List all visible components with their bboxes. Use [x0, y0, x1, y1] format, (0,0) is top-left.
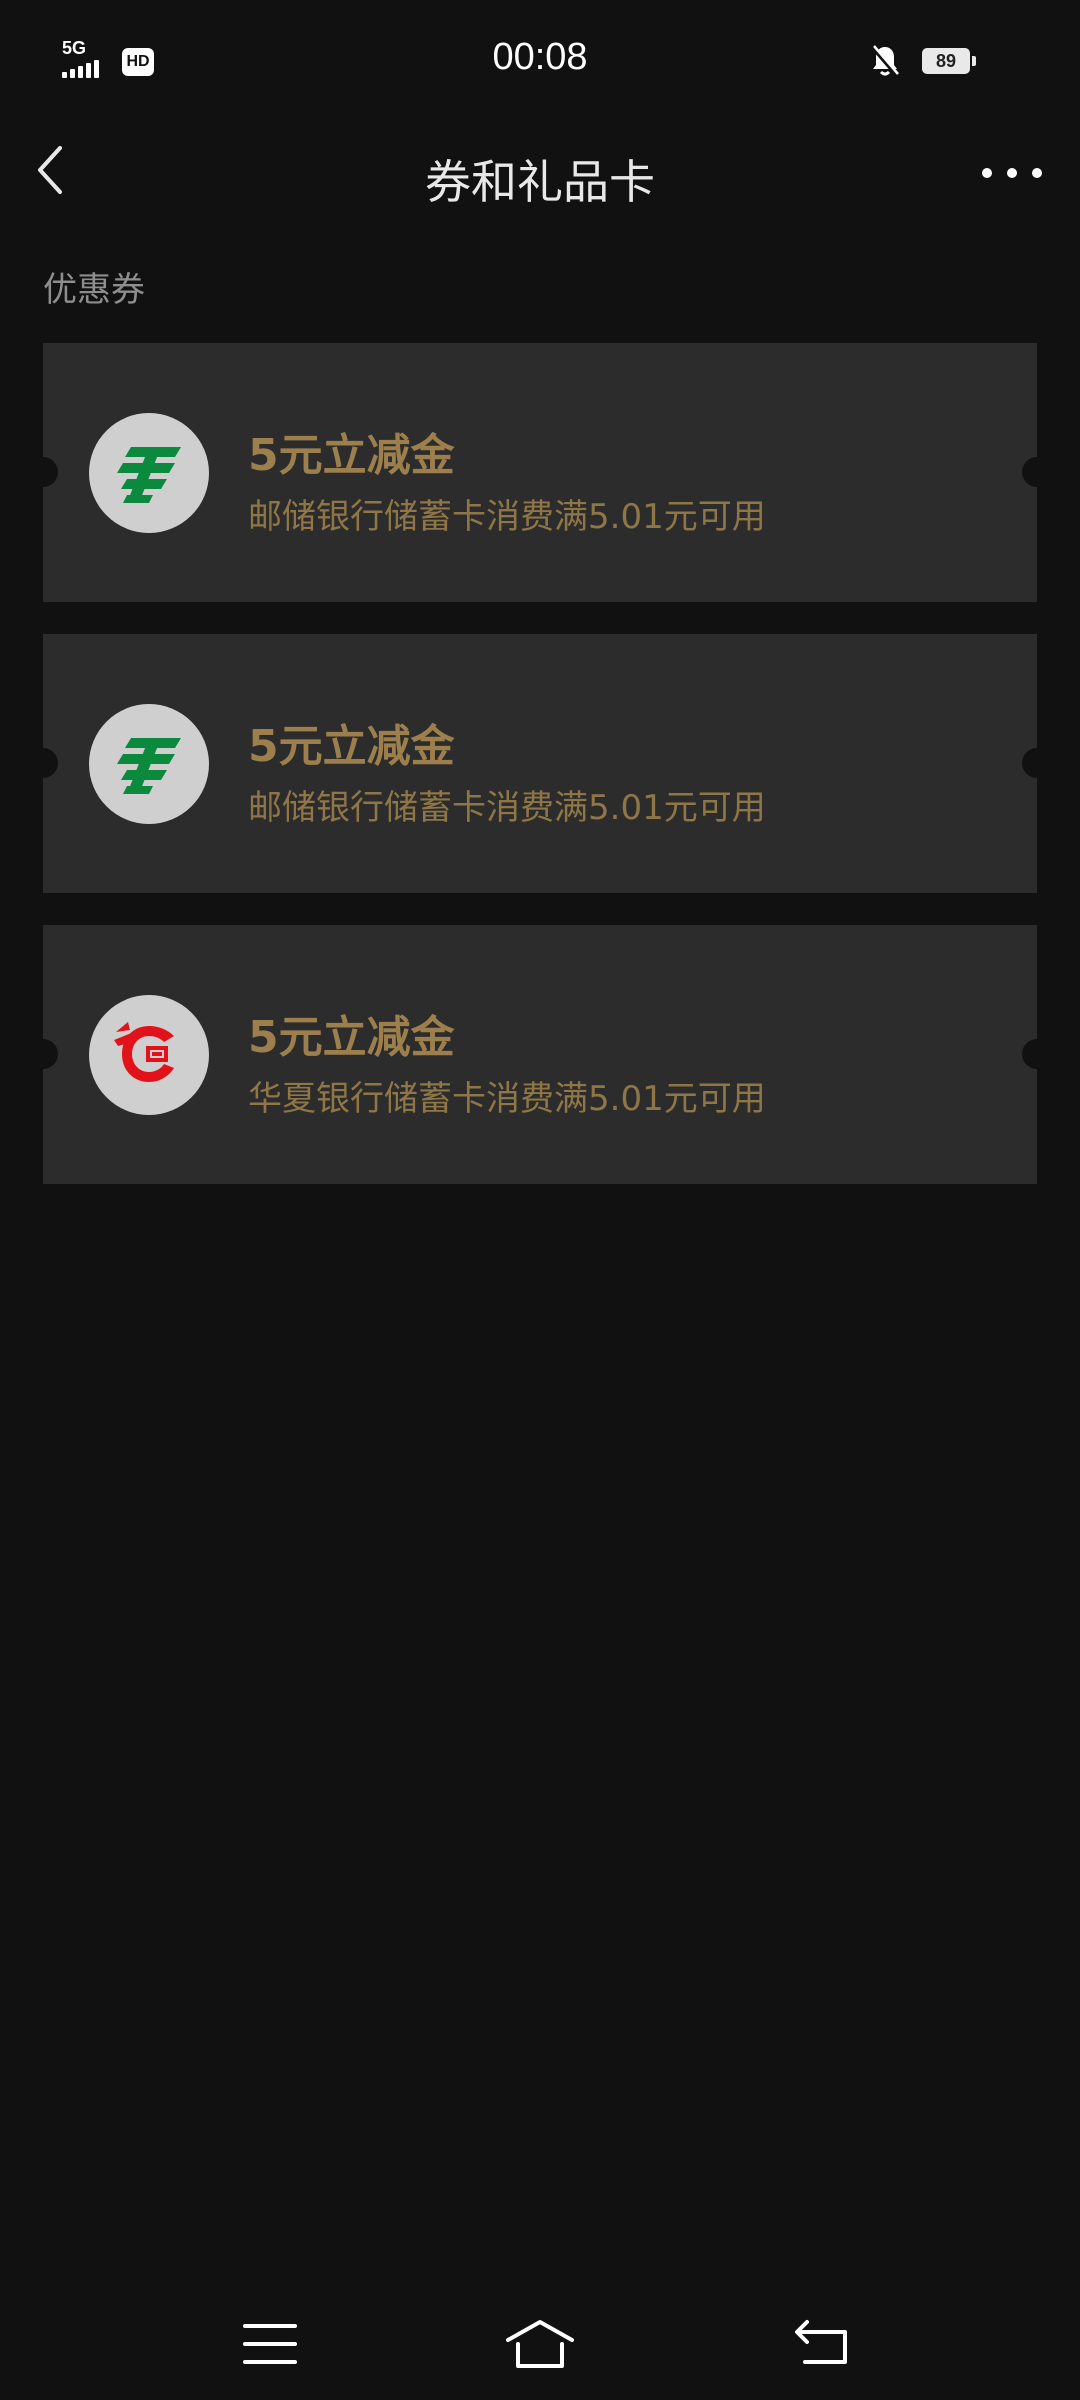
home-icon [506, 2320, 574, 2368]
coupon-description: 邮储银行储蓄卡消费满5.01元可用 [248, 788, 766, 828]
menu-icon [243, 2324, 297, 2364]
coupon-card[interactable]: 5元立减金 邮储银行储蓄卡消费满5.01元可用 [28, 634, 1052, 893]
ticket-notch [28, 457, 58, 487]
more-button[interactable] [982, 148, 1042, 198]
more-dot [1007, 168, 1017, 178]
coupon-title: 5元立减金 [248, 430, 455, 481]
coupon-card[interactable]: 5元立减金 华夏银行储蓄卡消费满5.01元可用 [28, 925, 1052, 1184]
menu-button[interactable] [231, 2310, 311, 2380]
ticket-notch [28, 1039, 58, 1069]
huaxia-bank-logo [89, 995, 209, 1115]
coupon-title: 5元立减金 [248, 721, 455, 772]
system-nav-bar [0, 2300, 1080, 2400]
status-bar: 5G HD 00:08 89 [0, 0, 1080, 124]
ticket-notch [28, 748, 58, 778]
status-right: 89 [870, 44, 976, 78]
battery-icon: 89 [922, 48, 976, 74]
postal-bank-logo [89, 704, 209, 824]
header: 券和礼品卡 [0, 124, 1080, 224]
coupon-description: 华夏银行储蓄卡消费满5.01元可用 [248, 1079, 766, 1119]
more-dot [982, 168, 992, 178]
coupon-list: 5元立减金 邮储银行储蓄卡消费满5.01元可用 5元立减金 邮储银行储蓄卡消费满… [28, 343, 1052, 1216]
back-icon [795, 2320, 847, 2364]
home-button[interactable] [500, 2310, 580, 2380]
ticket-notch [1022, 457, 1052, 487]
coupon-card[interactable]: 5元立减金 邮储银行储蓄卡消费满5.01元可用 [28, 343, 1052, 602]
postal-bank-logo [89, 413, 209, 533]
ticket-notch [1022, 748, 1052, 778]
page-title: 券和礼品卡 [425, 155, 655, 209]
more-dot [1032, 168, 1042, 178]
coupon-title: 5元立减金 [248, 1012, 455, 1063]
coupon-description: 邮储银行储蓄卡消费满5.01元可用 [248, 497, 766, 537]
mute-bell-icon [871, 45, 899, 77]
ticket-notch [1022, 1039, 1052, 1069]
section-label-coupons: 优惠券 [43, 270, 145, 310]
back-nav-button[interactable] [783, 2310, 863, 2380]
